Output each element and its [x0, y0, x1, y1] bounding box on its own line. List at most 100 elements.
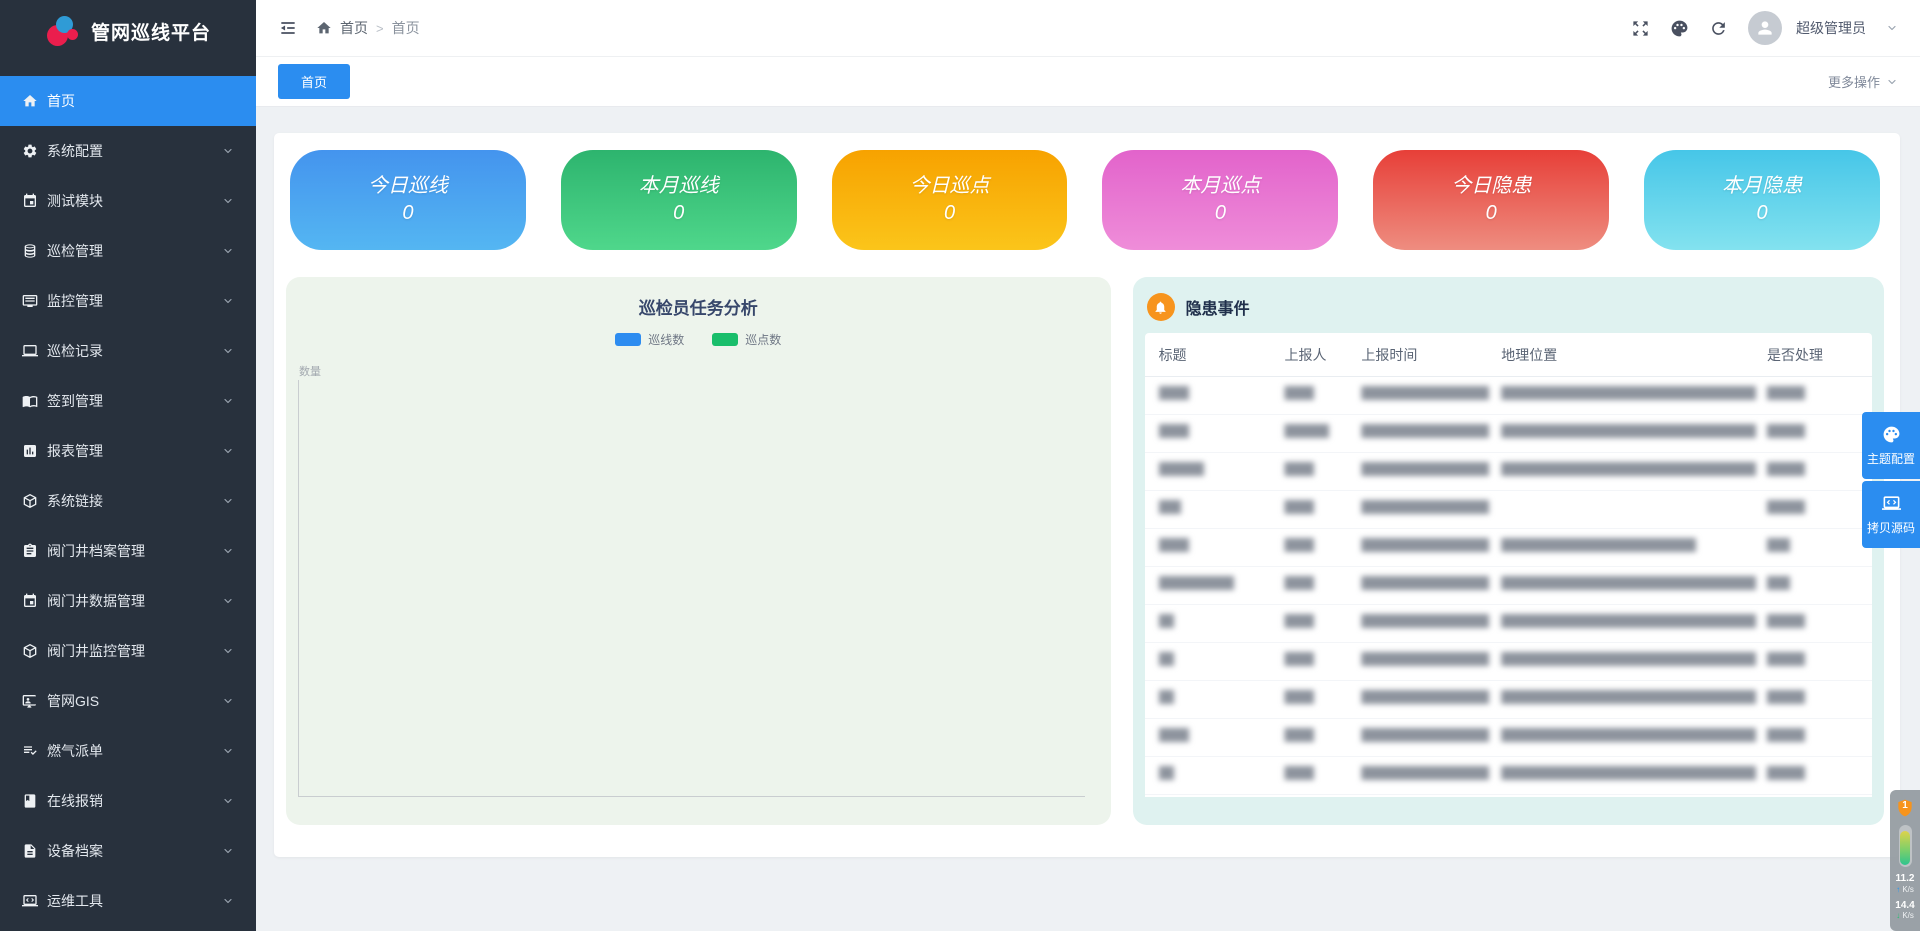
- sidebar-item-label: 签到管理: [47, 391, 220, 411]
- sidebar-item-label: 监控管理: [47, 291, 220, 311]
- table-cell: ████: [1284, 614, 1361, 633]
- incident-table-body: ████████████████████████████████████████…: [1145, 377, 1872, 795]
- stat-card-4[interactable]: 今日隐患0: [1373, 150, 1609, 250]
- sidebar-item-1[interactable]: 系统配置: [0, 126, 256, 176]
- sidebar-item-label: 燃气派单: [47, 741, 220, 761]
- legend-item[interactable]: 巡点数: [712, 331, 781, 348]
- breadcrumb-root[interactable]: 首页: [340, 18, 368, 38]
- table-cell: ██: [1159, 690, 1285, 709]
- redacted-text: ████: [1284, 386, 1314, 400]
- redacted-text: ████████████████████████████████████: [1501, 424, 1756, 438]
- stat-card-2[interactable]: 今日巡点0: [832, 150, 1068, 250]
- theme-palette-icon[interactable]: [1670, 19, 1689, 38]
- redacted-text: █████████████████: [1361, 766, 1489, 780]
- table-cell: █████████████████: [1361, 728, 1501, 747]
- download-unit: K/s: [1902, 911, 1914, 920]
- float-button-label: 拷贝源码: [1867, 519, 1915, 536]
- stat-label: 本月巡点: [1180, 173, 1260, 200]
- chevron-down-icon: [1886, 76, 1898, 88]
- chevron-down-icon: [220, 295, 236, 307]
- redacted-text: █████████████████: [1361, 652, 1489, 666]
- stat-label: 今日巡线: [368, 173, 448, 200]
- legend-item[interactable]: 巡线数: [615, 331, 684, 348]
- user-name[interactable]: 超级管理员: [1796, 18, 1866, 38]
- redacted-text: ████: [1284, 614, 1314, 628]
- fullscreen-icon[interactable]: [1631, 19, 1650, 38]
- incident-panel: 隐患事件 标题上报人上报时间地理位置是否处理 █████████████████…: [1133, 277, 1884, 825]
- sidebar-item-label: 系统配置: [47, 141, 220, 161]
- chart-plot-area: [298, 380, 1085, 797]
- sidebar-item-10[interactable]: 阀门井数据管理: [0, 576, 256, 626]
- table-cell: ████: [1284, 652, 1361, 671]
- column-header: 上报人: [1284, 345, 1361, 365]
- stat-card-3[interactable]: 本月巡点0: [1102, 150, 1338, 250]
- sidebar-item-4[interactable]: 监控管理: [0, 276, 256, 326]
- more-operations[interactable]: 更多操作: [1828, 72, 1898, 91]
- sidebar-collapse-icon[interactable]: [278, 18, 298, 38]
- table-row[interactable]: ████████████████████████████████████████…: [1145, 757, 1872, 795]
- table-row[interactable]: ████████████████████████████████████████…: [1145, 415, 1872, 453]
- table-row[interactable]: ████████████████████████████████████████…: [1145, 643, 1872, 681]
- chevron-down-icon: [220, 645, 236, 657]
- user-icon: [1755, 18, 1775, 38]
- chevron-down-icon[interactable]: [1886, 22, 1898, 34]
- legend-swatch-icon: [712, 333, 738, 346]
- table-row[interactable]: ████████████████████████████████████████…: [1145, 719, 1872, 757]
- table-cell: ██████████████████████████████████: [1501, 462, 1767, 481]
- stat-card-0[interactable]: 今日巡线0: [290, 150, 526, 250]
- report-icon: [22, 443, 38, 459]
- stat-label: 本月隐患: [1722, 173, 1802, 200]
- sidebar-item-6[interactable]: 签到管理: [0, 376, 256, 426]
- sidebar-item-3[interactable]: 巡检管理: [0, 226, 256, 276]
- sidebar-item-11[interactable]: 阀门井监控管理: [0, 626, 256, 676]
- stat-card-1[interactable]: 本月巡线0: [561, 150, 797, 250]
- sidebar-item-14[interactable]: 在线报销: [0, 776, 256, 826]
- table-row[interactable]: ████████████████████████████████████████…: [1145, 681, 1872, 719]
- table-cell: ██: [1159, 766, 1285, 785]
- net-monitor-widget[interactable]: 1 11.2 ↑ K/s 14.4 ↓ K/s: [1890, 790, 1920, 931]
- sidebar-item-16[interactable]: 运维工具: [0, 876, 256, 926]
- upload-speed: 11.2 ↑ K/s: [1896, 873, 1915, 894]
- redacted-text: ██: [1159, 652, 1174, 666]
- sidebar-item-13[interactable]: 燃气派单: [0, 726, 256, 776]
- sidebar-item-12[interactable]: 管网GIS: [0, 676, 256, 726]
- sidebar-item-9[interactable]: 阀门井档案管理: [0, 526, 256, 576]
- copy-source-button[interactable]: 拷贝源码: [1862, 481, 1920, 548]
- table-row[interactable]: ████████████████████████████████████████…: [1145, 377, 1872, 415]
- table-cell: █████: [1767, 462, 1858, 481]
- redacted-text: ██████████: [1159, 576, 1234, 590]
- sidebar-item-15[interactable]: 设备档案: [0, 826, 256, 876]
- stat-card-5[interactable]: 本月隐患0: [1644, 150, 1880, 250]
- chevron-down-icon: [220, 445, 236, 457]
- redacted-text: █████████████████: [1361, 690, 1489, 704]
- tab-home[interactable]: 首页: [278, 64, 350, 99]
- avatar[interactable]: [1748, 11, 1782, 45]
- table-cell: █████████████████: [1361, 462, 1501, 481]
- code-screen-icon: [1882, 494, 1901, 513]
- legend-label: 巡线数: [648, 331, 684, 348]
- redacted-text: ██████████████████████████████████: [1501, 652, 1756, 666]
- table-row[interactable]: ████████████████████████████████████████…: [1145, 605, 1872, 643]
- stat-value: 0: [1215, 200, 1226, 227]
- app-logo: 管网巡线平台: [0, 0, 256, 62]
- sidebar-item-home[interactable]: 首页: [0, 76, 256, 126]
- table-row[interactable]: ████████████████████████████████████████…: [1145, 567, 1872, 605]
- table-cell: ████: [1159, 538, 1285, 557]
- table-row[interactable]: █████████████████████████████: [1145, 491, 1872, 529]
- theme-config-button[interactable]: 主题配置: [1862, 412, 1920, 479]
- sidebar-item-5[interactable]: 巡检记录: [0, 326, 256, 376]
- table-cell: ██████████████████████████████████: [1501, 576, 1767, 595]
- sidebar-item-8[interactable]: 系统链接: [0, 476, 256, 526]
- refresh-icon[interactable]: [1709, 19, 1728, 38]
- sidebar-item-2[interactable]: 测试模块: [0, 176, 256, 226]
- sidebar-item-7[interactable]: 报表管理: [0, 426, 256, 476]
- redacted-text: █████████████████: [1361, 462, 1489, 476]
- database-icon: [22, 243, 38, 259]
- chevron-down-icon: [220, 895, 236, 907]
- redacted-text: ████: [1284, 652, 1314, 666]
- redacted-text: █████: [1767, 424, 1805, 438]
- stat-value: 0: [1486, 200, 1497, 227]
- table-row[interactable]: ████████████████████████████████████████…: [1145, 453, 1872, 491]
- table-row[interactable]: ████████████████████████████████████████…: [1145, 529, 1872, 567]
- calendar-icon: [22, 193, 38, 209]
